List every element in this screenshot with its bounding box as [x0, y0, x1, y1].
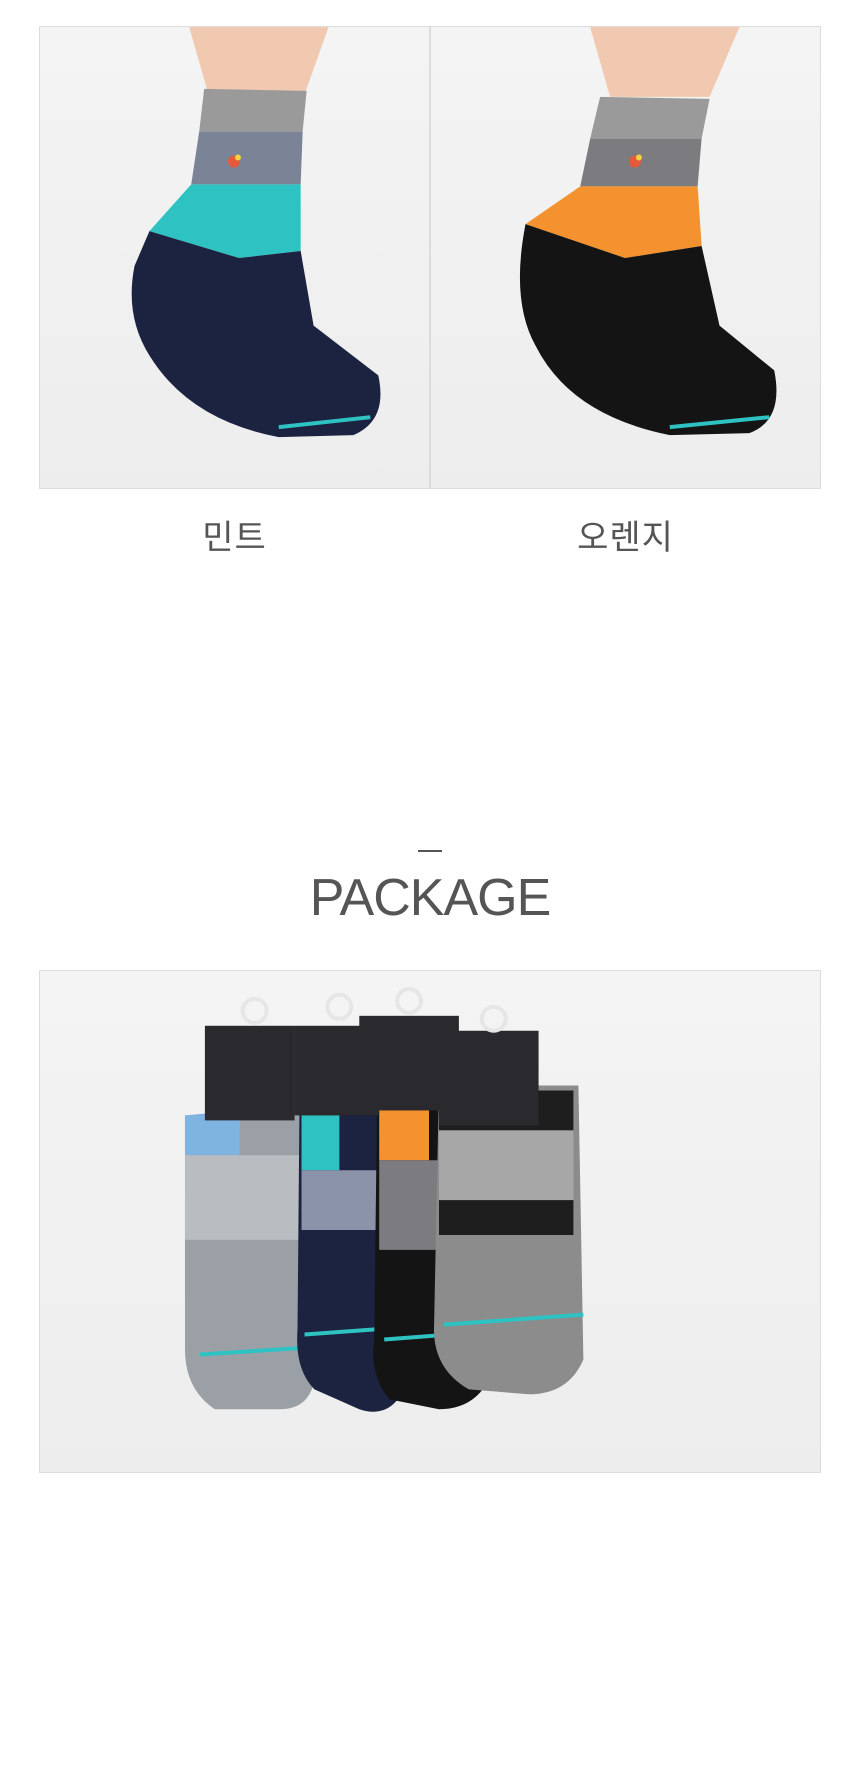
- package-sock-charcoal: [433, 1085, 584, 1395]
- orange-sock-illustration: [519, 27, 777, 436]
- section-title: PACKAGE: [309, 869, 552, 927]
- product-image-mint: [39, 26, 430, 489]
- section-divider: [418, 850, 442, 852]
- package-sock-grey: [184, 1110, 315, 1410]
- mint-sock-illustration: [131, 27, 381, 438]
- caption-orange: 오렌지: [577, 518, 674, 558]
- caption-mint: 민트: [202, 518, 267, 558]
- package-illustration: [184, 986, 584, 1412]
- package-image: [39, 970, 821, 1473]
- product-image-orange: [430, 26, 821, 489]
